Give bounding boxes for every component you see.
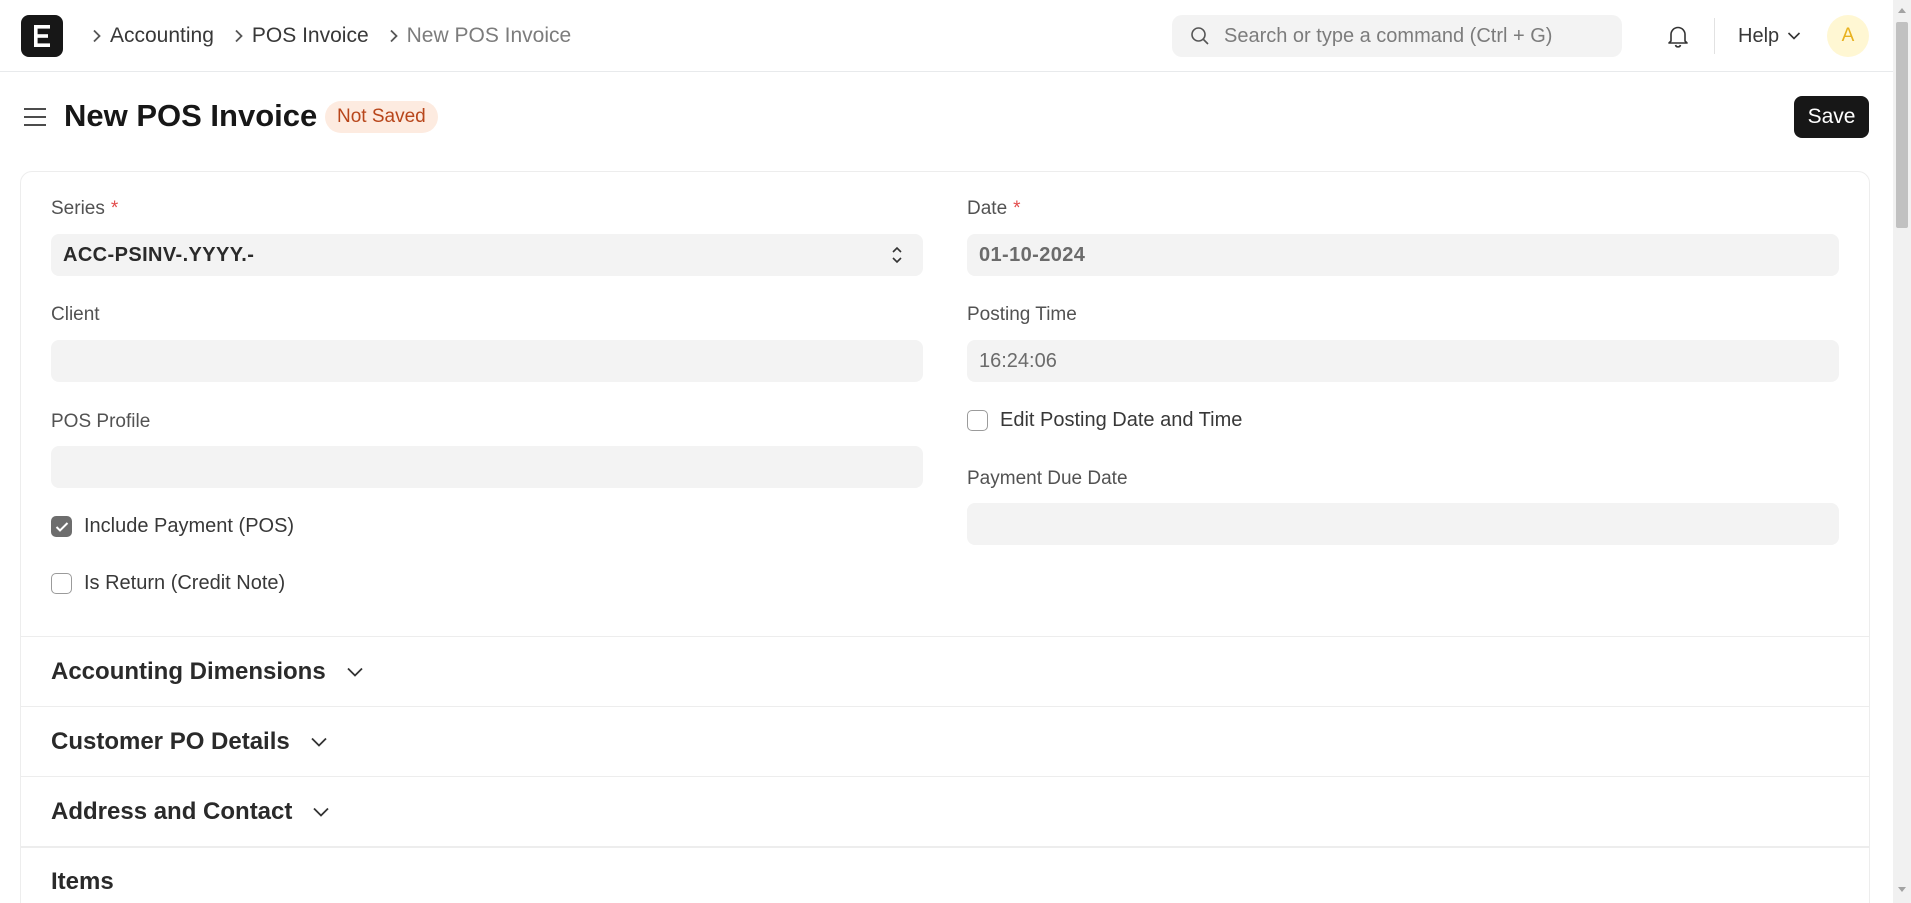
chevron-down-icon xyxy=(347,667,363,677)
notification-bell-icon[interactable] xyxy=(1665,23,1691,49)
status-badge: Not Saved xyxy=(325,101,438,133)
posting-time-label: Posting Time xyxy=(967,304,1077,325)
is-return-label: Is Return (Credit Note) xyxy=(84,572,286,594)
breadcrumb-pos-invoice[interactable]: POS Invoice xyxy=(252,24,369,48)
scroll-up-arrow-icon[interactable] xyxy=(1897,6,1907,14)
app-logo[interactable] xyxy=(21,15,63,57)
page-title: New POS Invoice xyxy=(64,98,318,133)
sidebar-toggle-icon[interactable] xyxy=(23,107,47,127)
help-dropdown[interactable]: Help xyxy=(1738,22,1801,50)
payment-due-field[interactable] xyxy=(967,503,1839,545)
pos-profile-label: POS Profile xyxy=(51,411,151,432)
edit-posting-row[interactable]: Edit Posting Date and Time xyxy=(967,409,1242,432)
posting-time-field[interactable]: 16:24:06 xyxy=(967,340,1839,382)
chevron-down-icon xyxy=(1788,32,1801,40)
edit-posting-label: Edit Posting Date and Time xyxy=(1000,409,1243,431)
payment-due-label: Payment Due Date xyxy=(967,468,1128,489)
section-title: Customer PO Details xyxy=(51,727,290,755)
client-field[interactable] xyxy=(51,340,923,382)
navbar-divider xyxy=(1714,18,1715,54)
select-arrows-icon xyxy=(892,246,902,264)
scrollbar-thumb[interactable] xyxy=(1896,22,1908,228)
section-items: Items xyxy=(21,846,1869,903)
search-icon xyxy=(1191,27,1209,45)
date-field[interactable]: 01-10-2024 xyxy=(967,234,1839,276)
series-value: ACC-PSINV-.YYYY.- xyxy=(63,243,255,266)
breadcrumb: Accounting POS Invoice New POS Invoice xyxy=(84,22,583,50)
chevron-right-icon xyxy=(84,29,110,43)
scroll-down-arrow-icon[interactable] xyxy=(1897,886,1907,894)
search-bar[interactable] xyxy=(1172,15,1622,57)
help-label: Help xyxy=(1738,24,1780,47)
is-return-checkbox[interactable] xyxy=(51,573,72,594)
include-payment-row[interactable]: Include Payment (POS) xyxy=(51,515,294,538)
series-label-text: Series xyxy=(51,198,105,219)
is-return-row[interactable]: Is Return (Credit Note) xyxy=(51,572,285,595)
series-label: Series * xyxy=(51,198,118,220)
breadcrumb-accounting[interactable]: Accounting xyxy=(110,24,214,48)
checkmark-icon xyxy=(55,521,68,532)
series-select[interactable]: ACC-PSINV-.YYYY.- xyxy=(51,234,923,276)
section-title: Address and Contact xyxy=(51,797,293,825)
chevron-down-icon xyxy=(313,807,330,817)
save-button[interactable]: Save xyxy=(1794,96,1869,138)
breadcrumb-new-pos-invoice[interactable]: New POS Invoice xyxy=(407,24,572,48)
section-title: Accounting Dimensions xyxy=(51,657,326,685)
date-label-text: Date xyxy=(967,198,1008,219)
navbar: Accounting POS Invoice New POS Invoice H… xyxy=(0,0,1893,72)
client-label: Client xyxy=(51,304,100,325)
section-address-and-contact[interactable]: Address and Contact xyxy=(21,776,1869,846)
chevron-right-icon xyxy=(226,29,252,43)
section-customer-po-details[interactable]: Customer PO Details xyxy=(21,706,1869,776)
section-title: Items xyxy=(51,868,114,895)
section-accounting-dimensions[interactable]: Accounting Dimensions xyxy=(21,636,1869,706)
erpnext-logo-icon xyxy=(34,25,50,47)
chevron-right-icon xyxy=(381,29,407,43)
required-mark: * xyxy=(110,198,119,219)
page-scrollbar[interactable] xyxy=(1893,0,1911,903)
pos-profile-field[interactable] xyxy=(51,446,923,488)
include-payment-label: Include Payment (POS) xyxy=(84,515,295,537)
include-payment-checkbox[interactable] xyxy=(51,516,72,537)
date-label: Date * xyxy=(967,198,1021,220)
required-mark: * xyxy=(1013,198,1021,219)
avatar[interactable]: A xyxy=(1827,15,1869,57)
search-input[interactable] xyxy=(1224,24,1604,48)
chevron-down-icon xyxy=(311,737,327,747)
edit-posting-checkbox[interactable] xyxy=(967,410,988,431)
form-card: Series * ACC-PSINV-.YYYY.- Client POS Pro… xyxy=(20,171,1870,903)
